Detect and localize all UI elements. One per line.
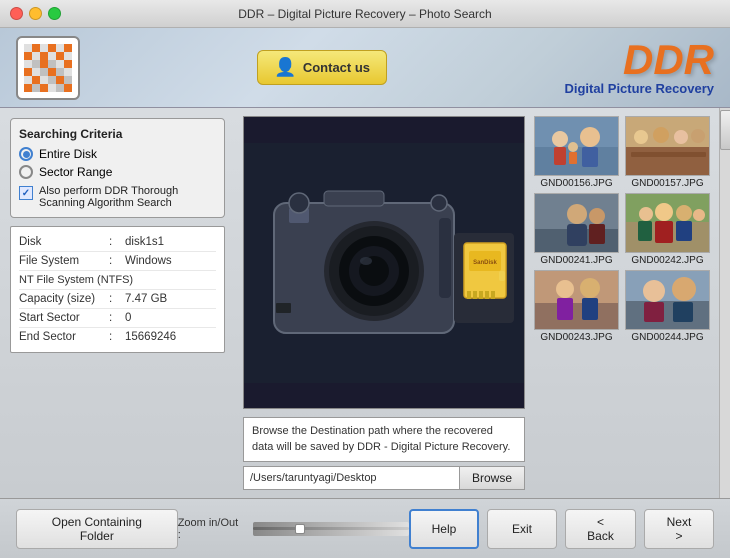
brand-area: DDR Digital Picture Recovery bbox=[564, 39, 714, 96]
thumbnail-image-6 bbox=[625, 270, 710, 330]
next-button[interactable]: Next > bbox=[644, 509, 714, 549]
footer-right: Help Exit < Back Next > bbox=[409, 509, 714, 549]
algo-check-label: Also perform DDR Thorough Scanning Algor… bbox=[39, 185, 216, 209]
scrollbar-thumb[interactable] bbox=[720, 110, 730, 150]
window-controls bbox=[10, 7, 61, 20]
footer-center: Zoom in/Out : bbox=[178, 517, 409, 541]
thumbnail-item-5[interactable]: GND00243.JPG bbox=[533, 270, 620, 343]
entire-disk-radio[interactable] bbox=[19, 147, 33, 161]
thumbnail-image-1 bbox=[534, 116, 619, 176]
left-panel: Searching Criteria Entire Disk Sector Ra… bbox=[0, 108, 235, 498]
thumbnail-item-2[interactable]: GND00157.JPG bbox=[624, 116, 711, 189]
start-value: 0 bbox=[125, 312, 131, 324]
zoom-thumb[interactable] bbox=[295, 524, 305, 534]
footer: Open Containing Folder Zoom in/Out : Hel… bbox=[0, 498, 730, 558]
contact-button[interactable]: 👤 Contact us bbox=[257, 50, 387, 85]
sector-range-option[interactable]: Sector Range bbox=[19, 165, 216, 179]
header: 👤 Contact us DDR Digital Picture Recover… bbox=[0, 28, 730, 108]
svg-text:SanDisk: SanDisk bbox=[473, 260, 497, 266]
thumbnail-item-4[interactable]: GND00242.JPG bbox=[624, 193, 711, 266]
thumbnail-item-6[interactable]: GND00244.JPG bbox=[624, 270, 711, 343]
path-display: /Users/taruntyagi/Desktop bbox=[243, 466, 459, 490]
entire-disk-label: Entire Disk bbox=[39, 147, 97, 161]
thumbnail-image-4 bbox=[625, 193, 710, 253]
algo-check[interactable]: ✓ Also perform DDR Thorough Scanning Alg… bbox=[19, 185, 216, 209]
end-value: 15669246 bbox=[125, 331, 176, 343]
footer-left: Open Containing Folder bbox=[16, 509, 178, 549]
thumbnail-image-3 bbox=[534, 193, 619, 253]
info-row-start: Start Sector : 0 bbox=[19, 309, 216, 328]
fs-value: Windows bbox=[125, 255, 172, 267]
main-image: SanDisk bbox=[243, 116, 525, 409]
capacity-value: 7.47 GB bbox=[125, 293, 167, 305]
main-content: Searching Criteria Entire Disk Sector Ra… bbox=[0, 108, 730, 498]
center-panel: SanDisk Browse the Destination path wher… bbox=[235, 108, 533, 498]
camera-svg: SanDisk bbox=[244, 143, 524, 383]
sector-range-label: Sector Range bbox=[39, 165, 112, 179]
back-button[interactable]: < Back bbox=[565, 509, 636, 549]
search-criteria-box: Searching Criteria Entire Disk Sector Ra… bbox=[10, 118, 225, 218]
brand-ddr: DDR bbox=[564, 39, 714, 81]
info-row-end: End Sector : 15669246 bbox=[19, 328, 216, 346]
close-button[interactable] bbox=[10, 7, 23, 20]
end-label: End Sector bbox=[19, 331, 109, 343]
disk-value: disk1s1 bbox=[125, 236, 164, 248]
sector-range-radio[interactable] bbox=[19, 165, 33, 179]
person-icon: 👤 bbox=[274, 57, 296, 78]
start-label: Start Sector bbox=[19, 312, 109, 324]
search-criteria-title: Searching Criteria bbox=[19, 127, 216, 141]
thumbnail-grid: GND00156.JPG bbox=[533, 116, 715, 343]
titlebar: DDR – Digital Picture Recovery – Photo S… bbox=[0, 0, 730, 28]
thumbnail-label-5: GND00243.JPG bbox=[540, 332, 612, 343]
info-row-capacity: Capacity (size) : 7.47 GB bbox=[19, 290, 216, 309]
info-row-disk: Disk : disk1s1 bbox=[19, 233, 216, 252]
fs-label: File System bbox=[19, 255, 109, 267]
entire-disk-option[interactable]: Entire Disk bbox=[19, 147, 216, 161]
right-panel: GND00156.JPG bbox=[533, 108, 719, 498]
window-title: DDR – Digital Picture Recovery – Photo S… bbox=[238, 7, 491, 21]
info-row-filesystem: File System : Windows bbox=[19, 252, 216, 271]
maximize-button[interactable] bbox=[48, 7, 61, 20]
logo-mosaic bbox=[24, 44, 72, 92]
info-row-ntfs: NT File System (NTFS) bbox=[19, 271, 216, 290]
brand-subtitle: Digital Picture Recovery bbox=[564, 81, 714, 96]
zoom-track bbox=[253, 527, 409, 530]
help-button[interactable]: Help bbox=[409, 509, 479, 549]
browse-button[interactable]: Browse bbox=[459, 466, 525, 490]
dest-description: Browse the Destination path where the re… bbox=[243, 417, 525, 462]
thumbnail-label-4: GND00242.JPG bbox=[631, 255, 703, 266]
zoom-slider[interactable] bbox=[253, 522, 409, 536]
exit-button[interactable]: Exit bbox=[487, 509, 557, 549]
thumbnail-item-3[interactable]: GND00241.JPG bbox=[533, 193, 620, 266]
zoom-label: Zoom in/Out : bbox=[178, 517, 243, 541]
capacity-label: Capacity (size) bbox=[19, 293, 109, 305]
thumbnail-label-2: GND00157.JPG bbox=[631, 178, 703, 189]
path-row: /Users/taruntyagi/Desktop Browse bbox=[243, 466, 525, 490]
thumbnail-label-1: GND00156.JPG bbox=[540, 178, 612, 189]
disk-label: Disk bbox=[19, 236, 109, 248]
algo-checkbox[interactable]: ✓ bbox=[19, 186, 33, 200]
info-table: Disk : disk1s1 File System : Windows NT … bbox=[10, 226, 225, 353]
thumbnail-image-2 bbox=[625, 116, 710, 176]
app-logo bbox=[16, 36, 80, 100]
vertical-scrollbar[interactable] bbox=[719, 108, 730, 498]
thumbnail-image-5 bbox=[534, 270, 619, 330]
minimize-button[interactable] bbox=[29, 7, 42, 20]
thumbnail-item-1[interactable]: GND00156.JPG bbox=[533, 116, 620, 189]
thumbnail-label-3: GND00241.JPG bbox=[540, 255, 612, 266]
thumbnail-label-6: GND00244.JPG bbox=[631, 332, 703, 343]
ntfs-label: NT File System (NTFS) bbox=[19, 274, 216, 286]
dest-info-box: Browse the Destination path where the re… bbox=[243, 417, 525, 490]
open-folder-button[interactable]: Open Containing Folder bbox=[16, 509, 178, 549]
right-panel-wrapper: GND00156.JPG bbox=[533, 108, 730, 498]
contact-label: Contact us bbox=[303, 60, 370, 75]
